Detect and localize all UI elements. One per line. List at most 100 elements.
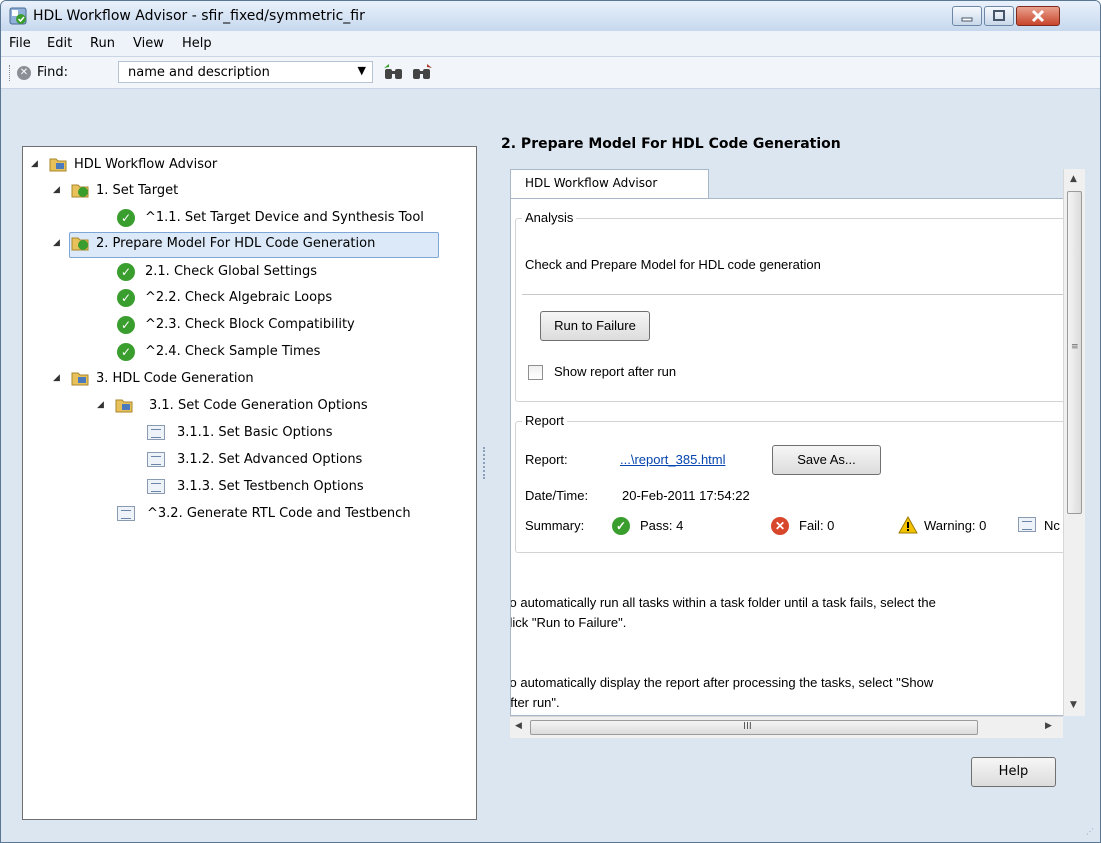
fail-count: Fail: 0 bbox=[799, 518, 835, 533]
grip-icon: ≡ bbox=[1071, 342, 1079, 352]
pane-splitter[interactable] bbox=[483, 447, 488, 479]
horizontal-scroll-thumb[interactable]: III bbox=[530, 720, 978, 735]
tree-item-label: 3.1.3. Set Testbench Options bbox=[177, 479, 364, 494]
menu-view[interactable]: View bbox=[133, 36, 164, 51]
not-run-count: Nc bbox=[1044, 518, 1060, 533]
folder-check-icon bbox=[71, 237, 89, 251]
grip-icon: III bbox=[743, 721, 752, 732]
show-report-label: Show report after run bbox=[554, 364, 677, 379]
datetime-label: Date/Time: bbox=[525, 488, 589, 503]
tree-item-label: ^1.1. Set Target Device and Synthesis To… bbox=[145, 210, 424, 225]
save-as-button[interactable]: Save As... bbox=[772, 445, 881, 475]
tree-item-label: ^2.3. Check Block Compatibility bbox=[145, 317, 355, 332]
fail-icon: ✕ bbox=[771, 517, 789, 535]
minimize-button[interactable] bbox=[952, 6, 982, 26]
analysis-legend: Analysis bbox=[522, 210, 577, 225]
pass-check-icon: ✓ bbox=[117, 263, 135, 281]
task-content-panel: Analysis Check and Prepare Model for HDL… bbox=[510, 198, 1063, 716]
vertical-scroll-thumb[interactable]: ≡ bbox=[1067, 191, 1082, 514]
tab-label: HDL Workflow Advisor bbox=[525, 176, 658, 190]
tree-item-label: ^3.2. Generate RTL Code and Testbench bbox=[147, 506, 411, 521]
task-icon bbox=[147, 452, 165, 467]
run-to-failure-button[interactable]: Run to Failure bbox=[540, 311, 650, 341]
toolbar-grip bbox=[9, 65, 13, 81]
expand-icon[interactable]: ◢ bbox=[53, 185, 60, 195]
expand-icon[interactable]: ◢ bbox=[97, 400, 104, 410]
info-run-to-failure-line2: click "Run to Failure". bbox=[510, 615, 627, 630]
task-icon bbox=[147, 425, 165, 440]
find-previous-icon[interactable] bbox=[383, 64, 405, 80]
menu-file[interactable]: File bbox=[9, 36, 31, 51]
datetime-value: 20-Feb-2011 17:54:22 bbox=[622, 488, 750, 503]
analysis-description: Check and Prepare Model for HDL code gen… bbox=[525, 257, 821, 272]
info-show-report-line2: after run". bbox=[510, 695, 560, 710]
find-combobox-value: name and description bbox=[128, 65, 270, 80]
report-link[interactable]: ...\report_385.html bbox=[620, 452, 726, 467]
folder-icon bbox=[49, 158, 67, 172]
folder-icon bbox=[71, 372, 89, 386]
tree-item-label: 3.1. Set Code Generation Options bbox=[149, 398, 368, 413]
find-label: Find: bbox=[37, 65, 69, 80]
scroll-down-icon[interactable]: ▼ bbox=[1070, 700, 1077, 710]
task-icon bbox=[117, 506, 135, 521]
warning-count: Warning: 0 bbox=[924, 518, 987, 533]
tree-item-label: 2.1. Check Global Settings bbox=[145, 264, 317, 279]
toolbar: ✕ Find: name and description ▼ bbox=[1, 57, 1100, 89]
summary-label: Summary: bbox=[525, 518, 585, 533]
pass-check-icon: ✓ bbox=[117, 289, 135, 307]
help-button[interactable]: Help bbox=[971, 757, 1056, 787]
scroll-up-icon[interactable]: ▲ bbox=[1070, 174, 1077, 184]
folder-icon bbox=[115, 399, 133, 413]
clear-find-icon[interactable]: ✕ bbox=[17, 66, 31, 80]
find-next-icon[interactable] bbox=[411, 64, 433, 80]
task-tree: ◢ HDL Workflow Advisor ◢ 1. Set Target ✓… bbox=[22, 146, 477, 820]
menu-help[interactable]: Help bbox=[182, 36, 212, 51]
maximize-icon bbox=[993, 10, 1005, 21]
analysis-group: Analysis Check and Prepare Model for HDL… bbox=[515, 210, 1063, 402]
find-combobox[interactable]: name and description ▼ bbox=[118, 61, 373, 83]
tree-item-label: 2. Prepare Model For HDL Code Generation bbox=[96, 236, 376, 251]
title-bar: HDL Workflow Advisor - sfir_fixed/symmet… bbox=[1, 1, 1100, 31]
info-show-report-line1: To automatically display the report afte… bbox=[510, 675, 934, 690]
task-header: 2. Prepare Model For HDL Code Generation bbox=[501, 136, 841, 152]
expand-icon[interactable]: ◢ bbox=[53, 238, 60, 248]
menu-run[interactable]: Run bbox=[90, 36, 115, 51]
report-legend: Report bbox=[522, 413, 568, 428]
app-window: HDL Workflow Advisor - sfir_fixed/symmet… bbox=[0, 0, 1101, 843]
report-group: Report Report: ...\report_385.html Save … bbox=[515, 413, 1063, 553]
divider bbox=[522, 294, 1063, 295]
close-button[interactable] bbox=[1016, 6, 1060, 26]
expand-icon[interactable]: ◢ bbox=[31, 159, 38, 169]
tree-item-label: 3. HDL Code Generation bbox=[96, 371, 254, 386]
not-run-icon bbox=[1018, 517, 1036, 532]
report-label: Report: bbox=[525, 452, 568, 467]
pass-check-icon: ✓ bbox=[117, 316, 135, 334]
status-bar: ⋰ bbox=[1, 821, 1100, 842]
tab-hdl-workflow-advisor[interactable]: HDL Workflow Advisor bbox=[510, 169, 709, 199]
close-icon bbox=[1031, 9, 1045, 23]
tree-item-label: 3.1.2. Set Advanced Options bbox=[177, 452, 363, 467]
warning-icon bbox=[898, 516, 918, 534]
scroll-left-icon[interactable]: ◀ bbox=[515, 721, 522, 731]
resize-grip-icon[interactable]: ⋰ bbox=[1086, 827, 1094, 836]
horizontal-scrollbar[interactable]: ◀ III ▶ bbox=[510, 716, 1063, 738]
vertical-scrollbar[interactable]: ▲ ≡ ▼ bbox=[1063, 169, 1085, 716]
pass-icon: ✓ bbox=[612, 517, 630, 535]
maximize-button[interactable] bbox=[984, 6, 1014, 26]
minimize-icon bbox=[961, 17, 973, 22]
scroll-right-icon[interactable]: ▶ bbox=[1045, 721, 1052, 731]
tree-item-prepare-model[interactable]: ◢ 2. Prepare Model For HDL Code Generati… bbox=[53, 232, 473, 258]
menu-bar: File Edit Run View Help bbox=[1, 31, 1100, 57]
chevron-down-icon[interactable]: ▼ bbox=[358, 64, 366, 77]
expand-icon[interactable]: ◢ bbox=[53, 373, 60, 383]
tree-item-label: ^2.2. Check Algebraic Loops bbox=[145, 290, 333, 305]
tree-item-label: 3.1.1. Set Basic Options bbox=[177, 425, 333, 440]
tree-root-label: HDL Workflow Advisor bbox=[74, 157, 218, 172]
menu-edit[interactable]: Edit bbox=[47, 36, 72, 51]
task-icon bbox=[147, 479, 165, 494]
info-run-to-failure-line1: To automatically run all tasks within a … bbox=[510, 595, 936, 610]
app-icon bbox=[9, 7, 27, 25]
pass-check-icon: ✓ bbox=[117, 209, 135, 227]
folder-check-icon bbox=[71, 184, 89, 198]
show-report-checkbox[interactable] bbox=[528, 365, 543, 380]
